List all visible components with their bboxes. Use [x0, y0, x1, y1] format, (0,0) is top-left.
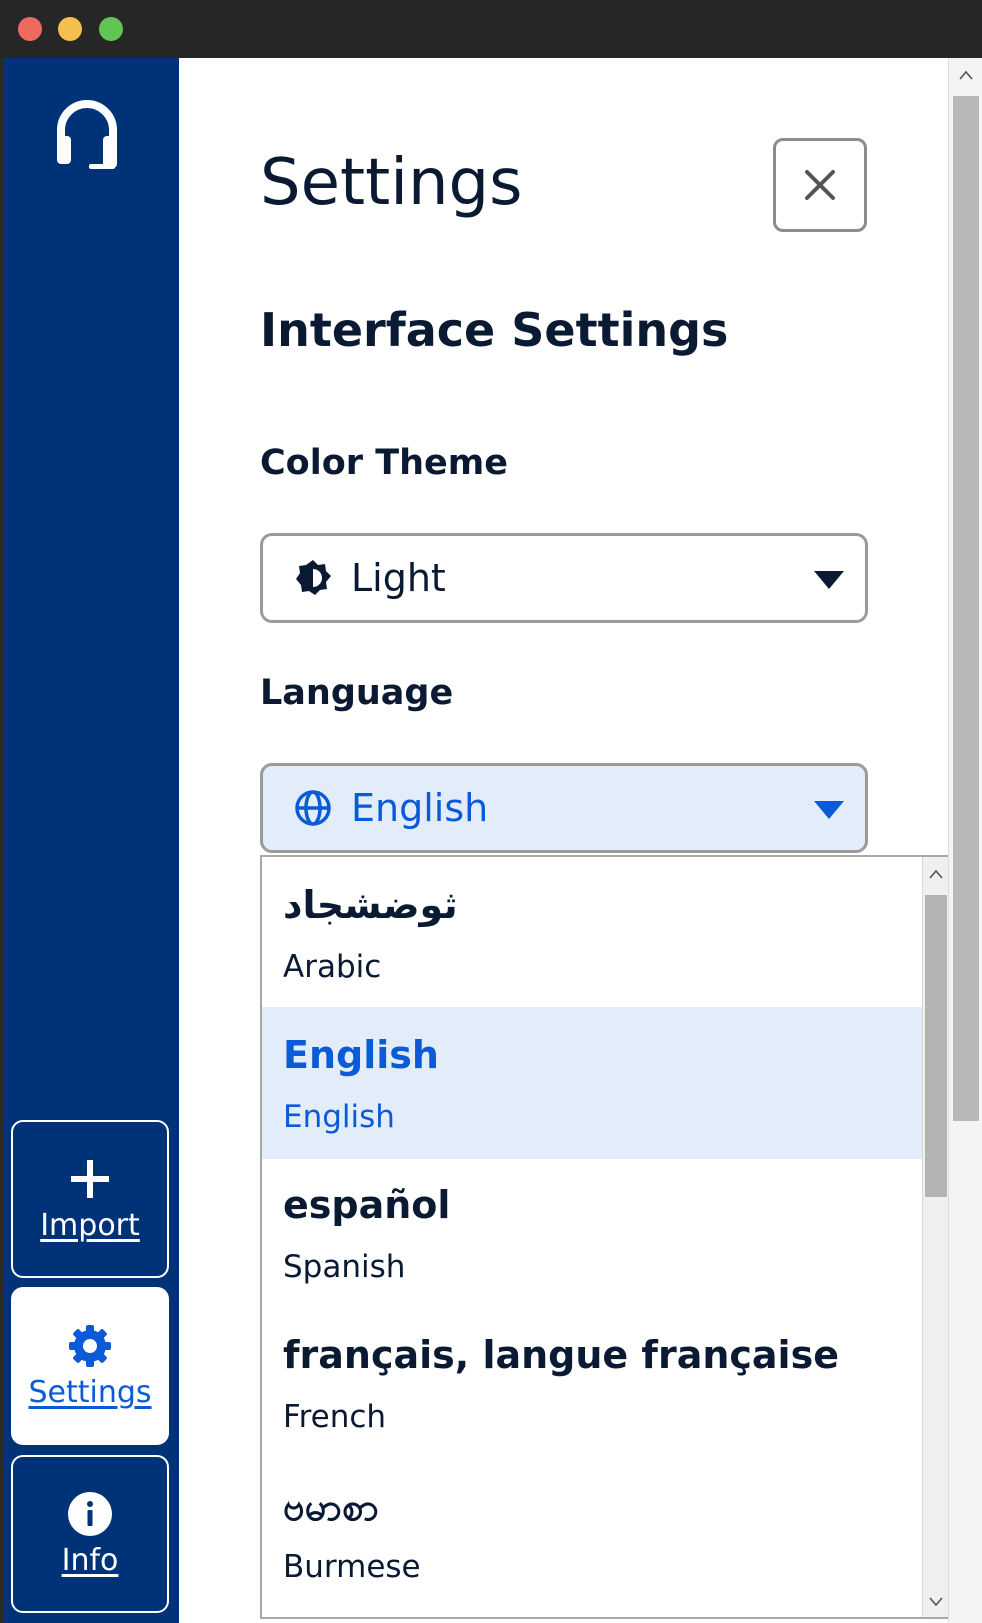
- option-native-name: español: [283, 1183, 451, 1227]
- option-native-name: ثوضشجاد: [283, 883, 458, 927]
- headset-icon: [57, 100, 117, 169]
- chevron-down-icon[interactable]: [929, 1597, 943, 1607]
- language-select[interactable]: English: [260, 763, 868, 853]
- app-window: Import Settings Info Settings Interface …: [3, 58, 982, 1623]
- gear-icon: [69, 1324, 111, 1367]
- language-option-burmese[interactable]: ဗမာစာ Burmese: [262, 1457, 922, 1609]
- close-settings-button[interactable]: [773, 138, 867, 232]
- color-theme-label: Color Theme: [260, 443, 508, 483]
- window-scrollbar[interactable]: [948, 58, 982, 1623]
- zoom-window-button[interactable]: [99, 17, 123, 41]
- page-title: Settings: [260, 146, 523, 220]
- close-icon: [805, 170, 835, 200]
- minimize-window-button[interactable]: [58, 17, 82, 41]
- sidebar: Import Settings Info: [3, 58, 179, 1623]
- info-button[interactable]: Info: [11, 1455, 169, 1613]
- option-english-name: Spanish: [283, 1249, 406, 1285]
- language-option-english[interactable]: English English: [262, 1007, 922, 1159]
- option-english-name: English: [283, 1099, 395, 1135]
- language-label: Language: [260, 673, 454, 713]
- option-english-name: Arabic: [283, 949, 382, 985]
- option-english-name: Burmese: [283, 1549, 421, 1585]
- dropdown-scrollbar[interactable]: [922, 857, 948, 1617]
- language-value: English: [351, 786, 489, 830]
- info-icon: [68, 1491, 112, 1536]
- language-option-french[interactable]: français, langue française French: [262, 1307, 922, 1459]
- chevron-up-icon[interactable]: [929, 869, 943, 879]
- chevron-up-icon[interactable]: [959, 70, 973, 80]
- option-native-name: ဗမာစာ: [283, 1485, 380, 1529]
- language-option-spanish[interactable]: español Spanish: [262, 1157, 922, 1309]
- option-native-name: français, langue française: [283, 1333, 839, 1377]
- info-label: Info: [61, 1542, 119, 1578]
- option-english-name: French: [283, 1399, 387, 1435]
- color-theme-select[interactable]: Light: [260, 533, 868, 623]
- language-dropdown-list: ثوضشجاد Arabic English English español S…: [260, 855, 950, 1619]
- chevron-down-icon: [814, 801, 844, 819]
- option-native-name: English: [283, 1033, 439, 1077]
- globe-icon: [295, 790, 331, 826]
- brightness-icon: [296, 560, 331, 595]
- settings-label: Settings: [28, 1374, 152, 1410]
- color-theme-value: Light: [351, 556, 446, 600]
- section-heading: Interface Settings: [260, 303, 729, 357]
- plus-icon: [71, 1159, 109, 1198]
- import-button[interactable]: Import: [11, 1120, 169, 1278]
- window-titlebar: [0, 0, 982, 58]
- language-option-arabic[interactable]: ثوضشجاد Arabic: [262, 857, 922, 1009]
- settings-panel: Settings Interface Settings Color Theme …: [179, 58, 950, 1623]
- settings-nav-button[interactable]: Settings: [11, 1287, 169, 1445]
- window-scroll-thumb[interactable]: [953, 96, 979, 1121]
- import-label: Import: [40, 1207, 140, 1243]
- close-window-button[interactable]: [18, 17, 42, 41]
- chevron-down-icon: [814, 571, 844, 589]
- dropdown-scroll-thumb[interactable]: [925, 895, 947, 1197]
